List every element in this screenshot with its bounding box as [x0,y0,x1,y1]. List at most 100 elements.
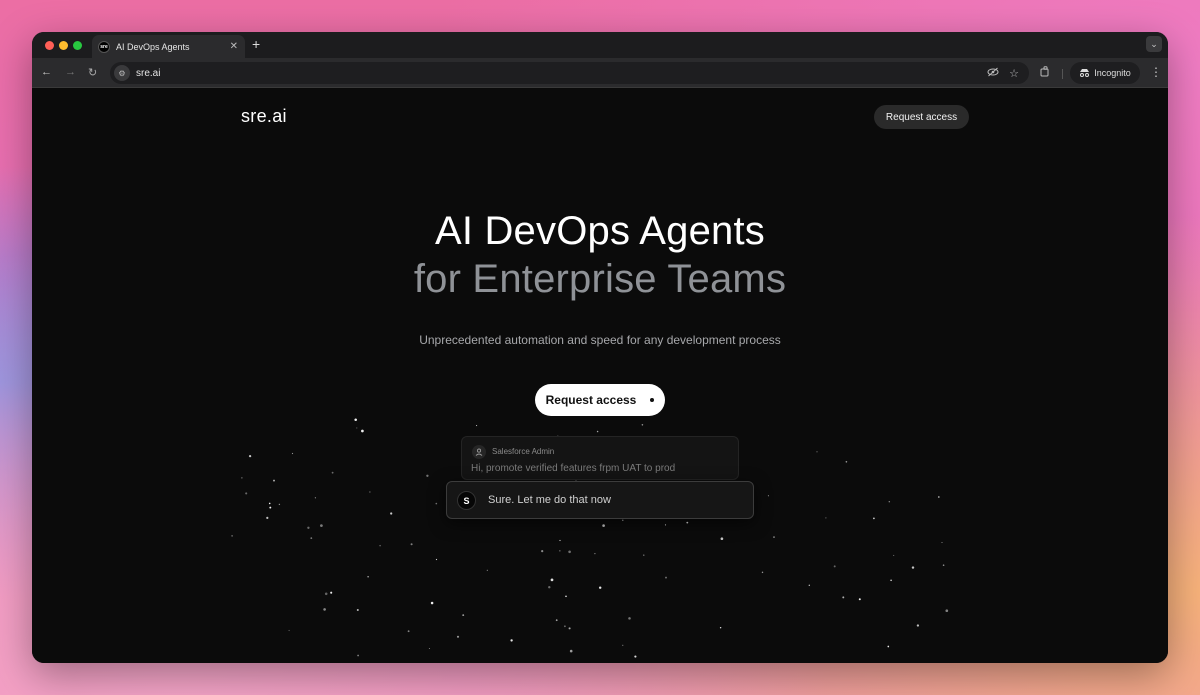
chat-message: Hi, promote verified features frpm UAT t… [471,463,676,474]
star-particle [664,524,667,526]
star-particle [379,544,381,547]
star-particle [842,596,845,599]
star-particle [622,519,624,521]
star-particle [390,512,393,515]
star-particle [476,425,478,427]
star-particle [456,635,460,638]
hero-subtitle: Unprecedented automation and speed for a… [419,333,781,347]
star-particle [719,626,722,629]
incognito-badge[interactable]: Incognito [1070,62,1140,84]
star-particle [268,502,271,505]
star-particle [428,647,430,650]
close-window-button[interactable] [45,41,54,50]
tab-bar: sre AI DevOps Agents ✕ + ⌄ [32,32,1168,58]
browser-toolbar: ← → ↻ ⚙ sre.ai ☆ Incognito ⋮ [32,58,1168,88]
site-logo[interactable]: sre.ai [241,106,287,127]
star-particle [541,550,544,553]
star-particle [307,526,310,529]
star-particle [564,625,566,628]
star-particle [602,524,605,527]
star-particle [241,477,243,479]
maximize-window-button[interactable] [73,41,82,50]
star-particle [893,554,895,556]
chat-reply-card: S Sure. Let me do that now [446,481,754,519]
star-particle [941,541,943,544]
minimize-window-button[interactable] [59,41,68,50]
star-particle [596,430,599,433]
site-settings-icon[interactable]: ⚙ [114,65,130,81]
dot-icon [650,398,655,402]
chat-reply: Sure. Let me do that now [488,494,611,506]
url-text[interactable]: sre.ai [136,68,987,79]
star-particle [825,517,827,519]
close-tab-icon[interactable]: ✕ [230,41,238,52]
star-particle [565,595,567,598]
star-particle [361,429,364,433]
page-viewport: sre.ai Request access AI DevOps Agents f… [32,89,1168,663]
star-particle [598,586,602,589]
star-particle [331,471,334,474]
star-particle [510,639,513,642]
star-particle [356,427,358,429]
request-access-button[interactable]: Request access [535,384,665,416]
star-particle [890,579,892,582]
star-particle [568,550,571,554]
extensions-icon[interactable] [1040,66,1051,80]
agent-avatar: S [457,491,476,510]
star-particle [559,539,561,542]
star-particle [369,491,371,493]
star-particle [231,534,234,537]
incognito-label: Incognito [1094,68,1131,78]
more-menu-icon[interactable]: ⋮ [1150,65,1162,79]
star-particle [686,521,689,524]
star-particle [937,496,940,498]
back-arrow-icon[interactable]: ← [41,66,52,78]
star-particle [555,619,558,622]
star-particle [550,578,554,582]
star-particle [643,554,645,556]
browser-window: sre AI DevOps Agents ✕ + ⌄ ← → ↻ ⚙ sre.a… [32,32,1168,663]
star-particle [665,576,667,579]
star-particle [324,592,328,596]
tab-title: AI DevOps Agents [116,41,190,52]
star-field-decoration [231,418,949,658]
chat-sender: Salesforce Admin [492,447,555,456]
star-particle [486,569,488,571]
star-particle [622,644,624,646]
star-particle [641,424,644,426]
incognito-icon [1079,68,1090,79]
star-particle [594,553,596,555]
address-bar[interactable]: ⚙ sre.ai ☆ [110,62,1029,84]
star-particle [288,629,290,632]
star-particle [330,591,333,594]
header-request-access-button[interactable]: Request access [874,105,969,129]
star-particle [273,479,275,482]
star-particle [310,537,313,539]
reload-icon[interactable]: ↻ [88,66,97,79]
star-particle [248,454,252,458]
star-particle [430,601,434,605]
browser-tab[interactable]: sre AI DevOps Agents ✕ [92,35,245,58]
star-particle [816,451,818,453]
star-particle [569,649,573,653]
star-particle [266,516,269,520]
forward-arrow-icon[interactable]: → [65,66,76,78]
star-particle [314,497,316,499]
star-particle [357,654,359,657]
star-particle [323,608,326,611]
request-access-label: Request access [545,393,637,407]
star-particle [426,474,429,477]
star-icon[interactable]: ☆ [1009,67,1019,80]
star-particle [278,503,281,506]
new-tab-button[interactable]: + [252,36,260,52]
toolbar-divider [1062,69,1063,79]
eye-off-icon[interactable] [987,67,999,80]
star-particle [887,645,890,648]
star-particle [269,506,272,509]
star-particle [407,630,410,633]
star-particle [873,517,875,520]
hero-title-line2: for Enterprise Teams [413,257,787,301]
star-particle [858,598,861,601]
star-particle [245,492,248,495]
tab-search-chevron-icon[interactable]: ⌄ [1146,36,1162,52]
